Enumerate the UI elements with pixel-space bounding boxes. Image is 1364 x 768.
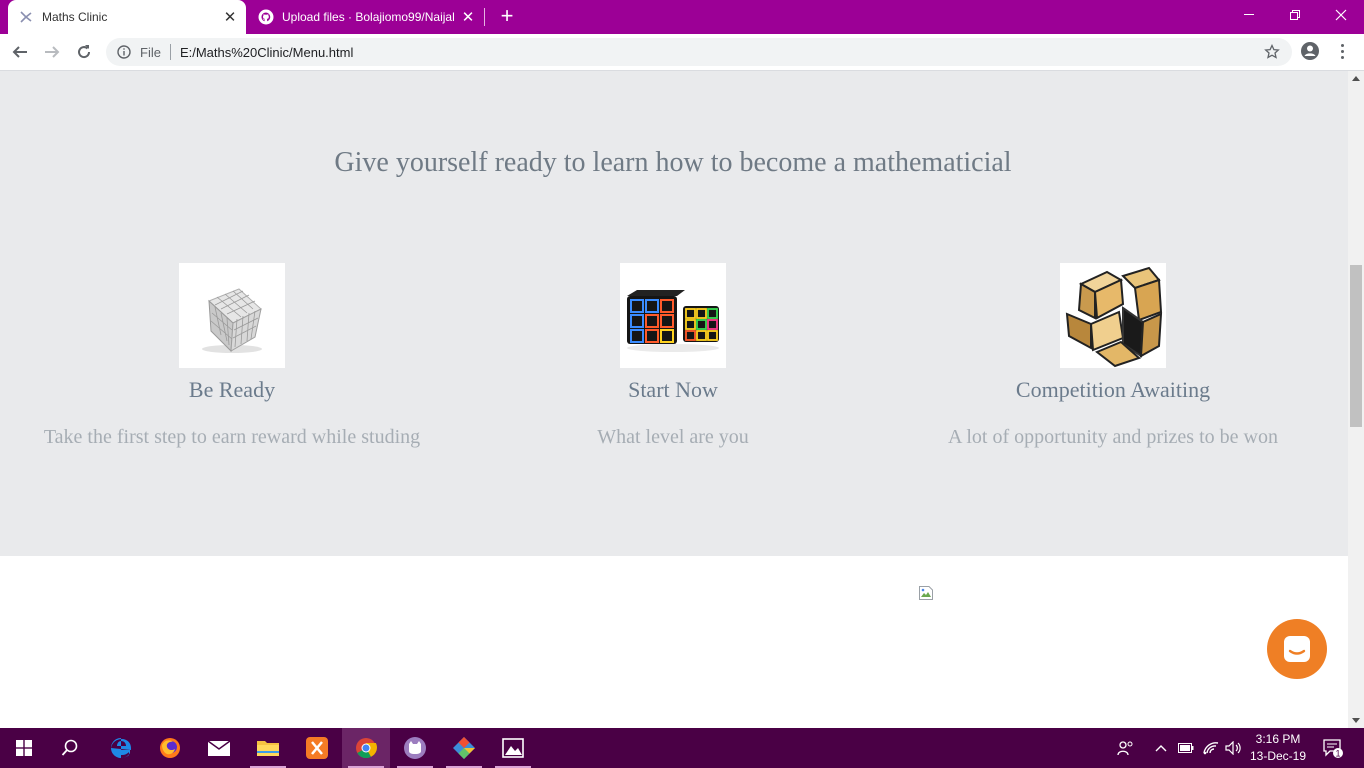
feature-description: A lot of opportunity and prizes to be wo… xyxy=(948,426,1278,448)
rubiks-cubes-image xyxy=(620,263,726,368)
back-arrow-icon xyxy=(12,46,27,58)
people-icon[interactable] xyxy=(1114,728,1138,768)
reload-button[interactable] xyxy=(72,40,96,64)
browser-toolbar: File E:/Maths%20Clinic/Menu.html xyxy=(0,34,1364,71)
scrollbar-thumb[interactable] xyxy=(1350,265,1362,427)
windows-taskbar: 3:16 PM 13-Dec-19 1 xyxy=(0,728,1364,768)
feature-description: Take the first step to earn reward while… xyxy=(43,426,421,448)
tab-title: Maths Clinic xyxy=(42,10,108,24)
clock-time: 3:16 PM xyxy=(1255,732,1301,746)
restore-button[interactable] xyxy=(1272,0,1318,30)
forward-arrow-icon xyxy=(45,46,60,58)
feature-description: What level are you xyxy=(597,426,749,448)
edge-icon[interactable] xyxy=(97,728,145,768)
github-desktop-icon[interactable] xyxy=(391,728,439,768)
page-scrollbar[interactable] xyxy=(1348,71,1364,728)
tab-title: Upload files · Bolajiomo99/Naijal xyxy=(282,10,455,24)
chrome-icon[interactable] xyxy=(342,728,390,768)
feature-competition-awaiting: Competition Awaiting A lot of opportunit… xyxy=(893,263,1333,449)
notification-center-icon[interactable]: 1 xyxy=(1318,728,1348,768)
chat-icon xyxy=(1284,636,1310,662)
feature-title: Be Ready xyxy=(188,377,276,402)
scroll-up-icon[interactable] xyxy=(1352,76,1360,81)
start-icon[interactable] xyxy=(0,728,48,768)
feature-be-ready: Be Ready Take the first step to earn rew… xyxy=(12,263,452,449)
address-divider xyxy=(169,44,171,60)
github-icon xyxy=(258,9,274,25)
xampp-icon[interactable] xyxy=(293,728,341,768)
search-icon[interactable] xyxy=(46,728,94,768)
reload-icon xyxy=(78,45,91,59)
tab-close-icon[interactable]: ✕ xyxy=(458,7,478,27)
chat-launcher-button[interactable] xyxy=(1267,619,1327,679)
chevron-up-icon[interactable] xyxy=(1152,728,1170,768)
url-text[interactable]: E:/Maths%20Clinic/Menu.html xyxy=(180,45,353,60)
hero-title: Give yourself ready to learn how to beco… xyxy=(334,147,1012,178)
broken-image-icon xyxy=(918,585,934,601)
address-bar[interactable]: File E:/Maths%20Clinic/Menu.html xyxy=(106,38,1292,66)
tab-upload-files[interactable]: Upload files · Bolajiomo99/Naijal ✕ xyxy=(248,0,484,34)
forward-button[interactable] xyxy=(40,40,64,64)
back-button[interactable] xyxy=(8,40,32,64)
tab-close-icon[interactable]: ✕ xyxy=(220,7,240,27)
file-explorer-icon[interactable] xyxy=(244,728,292,768)
tab-divider xyxy=(484,8,485,26)
battery-icon[interactable] xyxy=(1176,728,1196,768)
tab-maths-clinic[interactable]: Maths Clinic ✕ xyxy=(8,0,246,34)
firefox-icon[interactable] xyxy=(146,728,194,768)
profile-avatar-icon[interactable] xyxy=(1300,41,1320,61)
magnetic-cube-image xyxy=(179,263,285,368)
mail-icon[interactable] xyxy=(195,728,243,768)
wifi-icon[interactable] xyxy=(1200,728,1222,768)
url-scheme-label: File xyxy=(140,44,161,60)
clock-date: 13-Dec-19 xyxy=(1249,749,1307,763)
new-tab-button[interactable]: + xyxy=(496,5,518,27)
feature-title: Competition Awaiting xyxy=(1015,377,1211,402)
system-clock[interactable]: 3:16 PM 13-Dec-19 xyxy=(1244,731,1312,765)
info-icon[interactable] xyxy=(116,44,132,60)
tab-favicon-icon xyxy=(18,9,34,25)
volume-icon[interactable] xyxy=(1224,728,1244,768)
scroll-down-icon[interactable] xyxy=(1352,718,1360,723)
browser-titlebar: Maths Clinic ✕ Upload files · Bolajiomo9… xyxy=(0,0,1364,34)
bookmark-star-icon[interactable] xyxy=(1264,43,1280,60)
browser-menu-button[interactable] xyxy=(1334,40,1350,62)
notification-count: 1 xyxy=(1335,748,1340,758)
hero-section: Give yourself ready to learn how to beco… xyxy=(0,71,1348,556)
close-window-button[interactable] xyxy=(1318,0,1364,30)
git-icon[interactable] xyxy=(440,728,488,768)
feature-start-now: Start Now What level are you xyxy=(453,263,893,449)
minimize-button[interactable] xyxy=(1226,0,1272,30)
feature-title: Start Now xyxy=(628,377,718,402)
page-viewport: Give yourself ready to learn how to beco… xyxy=(0,71,1348,728)
photos-icon[interactable] xyxy=(489,728,537,768)
mirror-cube-image xyxy=(1060,263,1166,368)
